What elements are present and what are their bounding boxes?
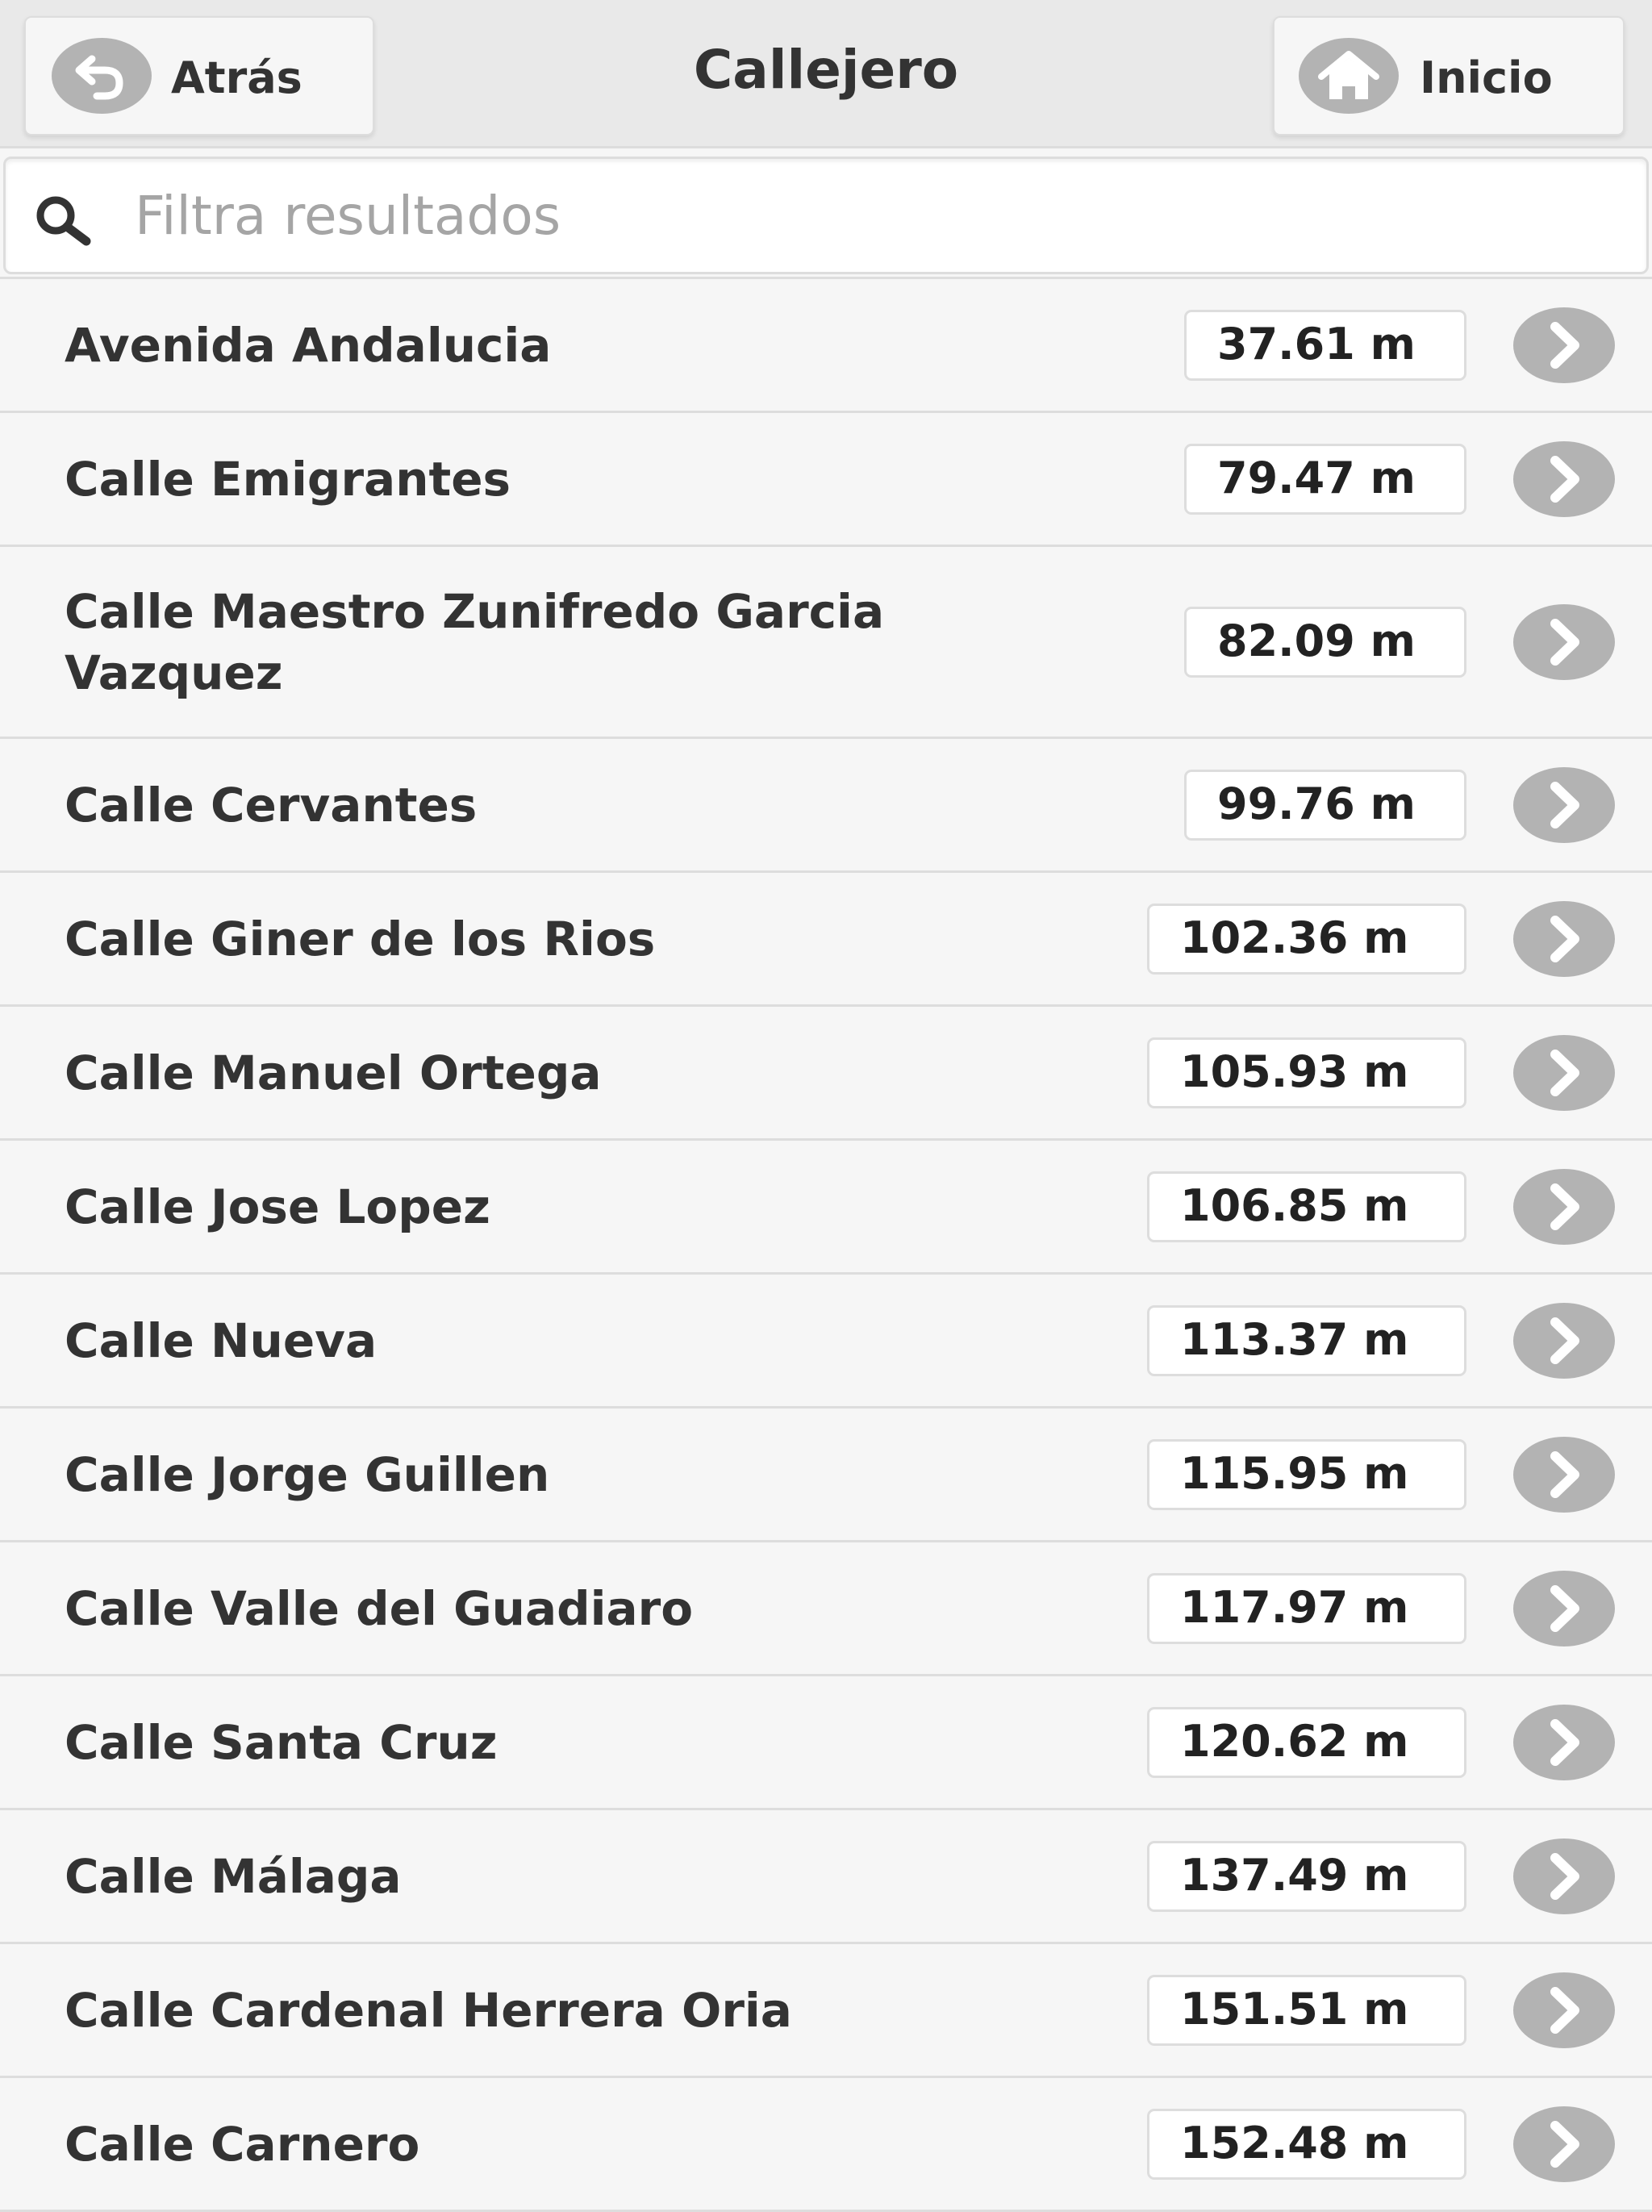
distance-badge: 152.48 m bbox=[1147, 2108, 1466, 2180]
distance-badge: 82.09 m bbox=[1184, 606, 1466, 678]
distance-badge: 106.85 m bbox=[1147, 1171, 1466, 1242]
distance-badge: 37.61 m bbox=[1184, 309, 1466, 381]
search-bar bbox=[0, 148, 1652, 279]
chevron-right-icon bbox=[1513, 766, 1615, 843]
chevron-right-icon bbox=[1513, 1838, 1615, 1914]
distance-badge: 115.95 m bbox=[1147, 1438, 1466, 1510]
list-item[interactable]: Calle Valle del Guadiaro 117.97 m bbox=[0, 1542, 1652, 1676]
street-name: Calle Nueva bbox=[65, 1313, 378, 1368]
chevron-right-icon bbox=[1513, 2106, 1615, 2182]
street-list: Avenida Andalucia 37.61 m Calle Emigrant… bbox=[0, 279, 1652, 2212]
chevron-right-icon bbox=[1513, 1168, 1615, 1245]
home-button-label: Inicio bbox=[1420, 52, 1553, 103]
chevron-right-icon bbox=[1513, 1972, 1615, 2048]
street-name: Calle Jorge Guillen bbox=[65, 1446, 550, 1502]
street-name: Calle Giner de los Rios bbox=[65, 911, 656, 966]
street-name: Calle Cardenal Herrera Oria bbox=[65, 1982, 792, 2038]
list-item[interactable]: Calle Jose Lopez 106.85 m bbox=[0, 1141, 1652, 1275]
list-item[interactable]: Calle Santa Cruz 120.62 m bbox=[0, 1676, 1652, 1810]
chevron-right-icon bbox=[1513, 1704, 1615, 1780]
home-icon bbox=[1299, 38, 1399, 114]
chevron-right-icon bbox=[1513, 1034, 1615, 1111]
street-name: Calle Jose Lopez bbox=[65, 1179, 490, 1234]
distance-badge: 137.49 m bbox=[1147, 1840, 1466, 1912]
header-bar: Atrás Callejero Inicio bbox=[0, 0, 1652, 148]
home-button[interactable]: Inicio bbox=[1273, 16, 1625, 136]
distance-badge: 105.93 m bbox=[1147, 1037, 1466, 1108]
list-item[interactable]: Calle Málaga 137.49 m bbox=[0, 1810, 1652, 1944]
distance-badge: 102.36 m bbox=[1147, 903, 1466, 975]
distance-badge: 117.97 m bbox=[1147, 1572, 1466, 1644]
street-name: Calle Valle del Guadiaro bbox=[65, 1580, 694, 1636]
distance-badge: 113.37 m bbox=[1147, 1304, 1466, 1376]
street-name: Avenida Andalucia bbox=[65, 317, 552, 373]
chevron-right-icon bbox=[1513, 1302, 1615, 1379]
distance-badge: 151.51 m bbox=[1147, 1974, 1466, 2046]
list-item[interactable]: Calle Jorge Guillen 115.95 m bbox=[0, 1409, 1652, 1542]
street-name: Calle Cervantes bbox=[65, 777, 478, 833]
street-name: Calle Manuel Ortega bbox=[65, 1045, 602, 1100]
list-item[interactable]: Calle Giner de los Rios 102.36 m bbox=[0, 873, 1652, 1007]
list-item[interactable]: Calle Nueva 113.37 m bbox=[0, 1275, 1652, 1409]
distance-badge: 120.62 m bbox=[1147, 1706, 1466, 1778]
list-item[interactable]: Calle Manuel Ortega 105.93 m bbox=[0, 1007, 1652, 1141]
street-name: Calle Santa Cruz bbox=[65, 1714, 498, 1770]
list-item[interactable]: Avenida Andalucia 37.61 m bbox=[0, 279, 1652, 413]
search-icon bbox=[36, 196, 91, 246]
chevron-right-icon bbox=[1513, 1436, 1615, 1513]
list-item[interactable]: Calle Carnero 152.48 m bbox=[0, 2078, 1652, 2212]
chevron-right-icon bbox=[1513, 603, 1615, 680]
chevron-right-icon bbox=[1513, 900, 1615, 977]
chevron-right-icon bbox=[1513, 307, 1615, 383]
street-name: Calle Carnero bbox=[65, 2116, 420, 2172]
chevron-right-icon bbox=[1513, 1570, 1615, 1646]
list-item[interactable]: Calle Cervantes 99.76 m bbox=[0, 739, 1652, 873]
street-name: Calle Maestro Zunifredo Garcia Vazquez bbox=[65, 583, 885, 700]
distance-badge: 79.47 m bbox=[1184, 443, 1466, 515]
list-item[interactable]: Calle Cardenal Herrera Oria 151.51 m bbox=[0, 1944, 1652, 2078]
list-item[interactable]: Calle Maestro Zunifredo Garcia Vazquez 8… bbox=[0, 547, 1652, 739]
street-name: Calle Emigrantes bbox=[65, 451, 511, 507]
distance-badge: 99.76 m bbox=[1184, 769, 1466, 841]
search-field[interactable] bbox=[3, 157, 1649, 274]
chevron-right-icon bbox=[1513, 440, 1615, 517]
list-item[interactable]: Calle Emigrantes 79.47 m bbox=[0, 413, 1652, 547]
search-input[interactable] bbox=[135, 175, 1619, 256]
street-name: Calle Málaga bbox=[65, 1848, 402, 1904]
